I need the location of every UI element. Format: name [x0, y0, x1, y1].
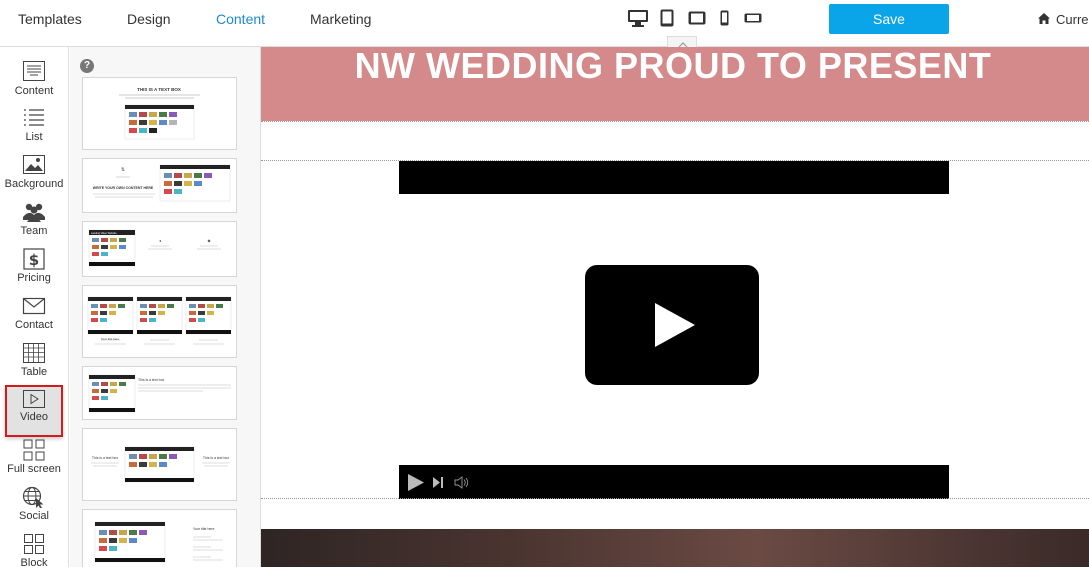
block-category-sidebar: Content List Background Team $ Pricing C… — [0, 47, 69, 569]
hero-title[interactable]: NW WEDDING PROUD TO PRESENT — [261, 47, 1085, 87]
svg-text:◂: ◂ — [159, 238, 161, 243]
thumbnail-heading: This is a text box — [138, 378, 165, 382]
tab-marketing[interactable]: Marketing — [310, 11, 371, 27]
phone-landscape-icon[interactable] — [744, 9, 762, 28]
block-thumbnail[interactable]: Landing Video Website ◂ ◆ — [82, 221, 237, 277]
page-canvas: NW WEDDING PROUD TO PRESENT — [261, 47, 1089, 567]
thumbnail-preview: Your title here — [94, 521, 223, 563]
tab-content[interactable]: Content — [216, 11, 265, 27]
thumbnail-heading: Landing Video Website — [91, 232, 117, 235]
phone-portrait-icon[interactable] — [720, 9, 729, 31]
tablet-landscape-icon[interactable] — [688, 9, 706, 30]
globe-cursor-icon — [22, 486, 44, 508]
sidebar-item-video[interactable]: Video — [0, 385, 68, 437]
thumbnail-preview: This is a text box — [88, 374, 231, 413]
section-divider — [261, 121, 1089, 122]
thumbnail-preview: This is a text box This is a text box — [91, 446, 230, 483]
team-icon — [23, 203, 45, 222]
video-player[interactable] — [399, 161, 949, 499]
thumbnail-preview: ⇅ WRITE YOUR OWN CONTENT HERE — [93, 164, 231, 202]
envelope-icon — [22, 297, 46, 315]
svg-text:$: $ — [29, 251, 39, 269]
current-site-link[interactable]: Curre — [1038, 12, 1089, 27]
thumbnail-heading: Your title here — [101, 337, 120, 341]
sidebar-item-pricing[interactable]: $ Pricing — [0, 248, 68, 284]
sidebar-item-table[interactable]: Table — [0, 342, 68, 378]
svg-text:◆: ◆ — [207, 238, 211, 243]
table-grid-icon — [23, 343, 45, 363]
next-track-icon[interactable] — [433, 477, 443, 488]
play-icon — [655, 303, 695, 347]
thumbnail-heading: Your title here — [193, 527, 215, 531]
video-title-bar — [399, 161, 949, 194]
block-thumbnail[interactable]: Your title here — [82, 285, 237, 358]
play-control-icon[interactable] — [408, 474, 424, 491]
save-button[interactable]: Save — [829, 4, 949, 34]
sidebar-item-content[interactable]: Content — [0, 59, 68, 97]
home-icon — [1038, 12, 1050, 27]
svg-text:This is a text box: This is a text box — [203, 456, 230, 460]
desktop-icon[interactable] — [627, 9, 649, 32]
list-icon — [24, 109, 44, 126]
svg-text:⇅: ⇅ — [121, 167, 125, 173]
hero-banner[interactable]: NW WEDDING PROUD TO PRESENT — [261, 47, 1089, 121]
thumbnail-heading: THIS IS A TEXT BOX — [137, 87, 181, 92]
background-image-section[interactable] — [261, 529, 1089, 567]
sidebar-item-fullscreen[interactable]: Full screen — [0, 439, 68, 475]
sidebar-item-list[interactable]: List — [0, 107, 68, 143]
top-toolbar: Templates Design Content Marketing Save … — [0, 0, 1089, 48]
section-divider — [261, 498, 1089, 499]
sidebar-item-contact[interactable]: Contact — [0, 295, 68, 331]
sidebar-item-block[interactable]: Block — [0, 533, 68, 569]
dollar-icon: $ — [23, 248, 45, 270]
background-image-icon — [23, 155, 45, 174]
tablet-portrait-icon[interactable] — [660, 9, 674, 32]
content-icon — [23, 61, 45, 81]
fullscreen-icon — [23, 439, 45, 461]
sidebar-item-team[interactable]: Team — [0, 201, 68, 237]
thumbnail-heading: This is a text box — [92, 456, 119, 460]
block-thumbnail[interactable]: This is a text box — [82, 366, 237, 420]
sidebar-item-social[interactable]: Social — [0, 486, 68, 522]
video-control-bar — [399, 465, 949, 499]
current-label: Curre — [1056, 12, 1089, 27]
thumbnail-preview: THIS IS A TEXT BOX — [119, 87, 200, 140]
block-thumbnail[interactable]: THIS IS A TEXT BOX — [82, 77, 237, 150]
thumbnail-preview: Your title here — [87, 296, 232, 345]
block-thumbnail[interactable]: This is a text box This is a text box — [82, 428, 237, 501]
tab-design[interactable]: Design — [127, 11, 171, 27]
block-thumbnail-panel: ? THIS IS A TEXT BOX ⇅ WRITE YOUR OWN CO… — [70, 47, 261, 567]
sidebar-item-background[interactable]: Background — [0, 154, 68, 190]
blocks-icon — [24, 534, 44, 554]
video-play-icon — [23, 390, 45, 408]
block-thumbnail[interactable]: Your title here — [82, 509, 237, 567]
video-play-button[interactable] — [585, 265, 759, 385]
thumbnail-preview: Landing Video Website ◂ ◆ — [88, 229, 221, 267]
thumbnail-heading: WRITE YOUR OWN CONTENT HERE — [93, 186, 154, 190]
block-thumbnail[interactable]: ⇅ WRITE YOUR OWN CONTENT HERE — [82, 158, 237, 213]
tab-templates[interactable]: Templates — [18, 11, 82, 27]
help-icon[interactable]: ? — [80, 59, 94, 73]
volume-icon[interactable] — [454, 476, 469, 489]
